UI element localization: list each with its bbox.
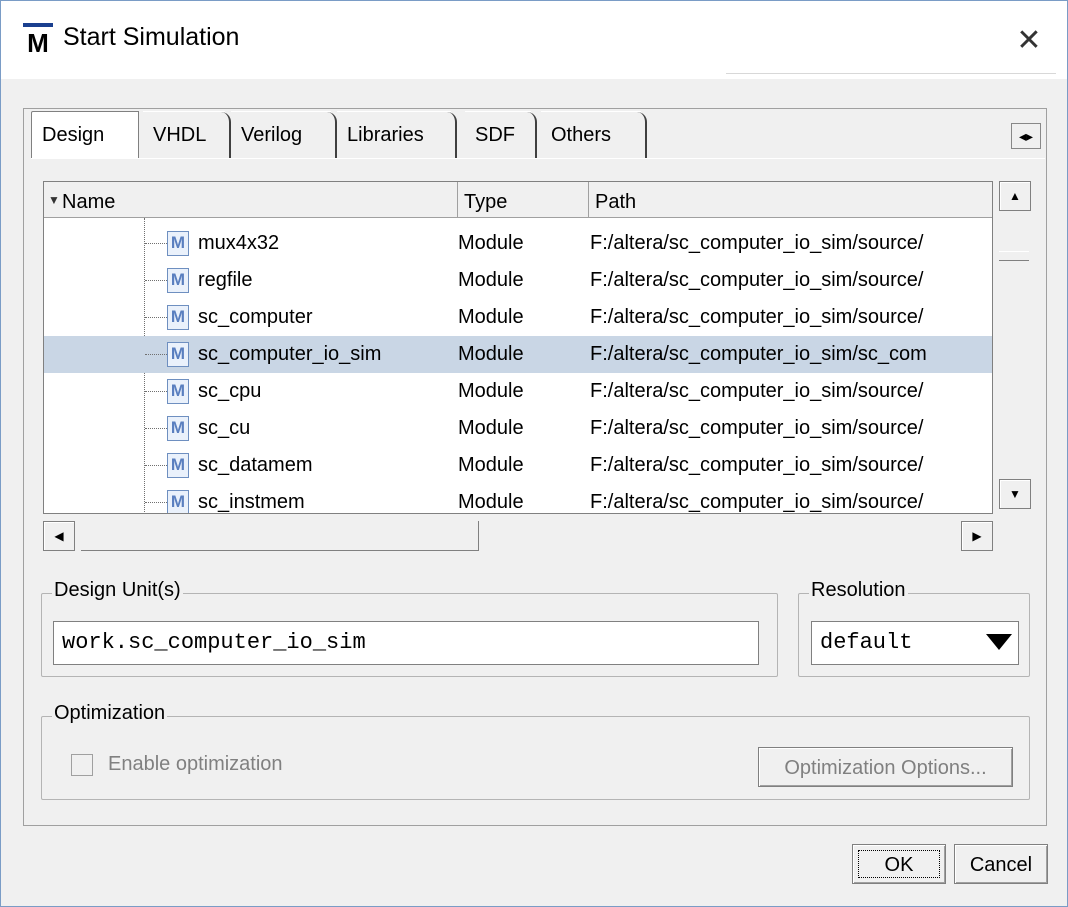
row-name: sc_cpu (198, 380, 262, 402)
list-header: ▼ Name Type Path (44, 182, 992, 218)
cancel-button[interactable]: Cancel (954, 844, 1048, 884)
tab-label: VHDL (153, 124, 207, 146)
tab-scroll-icon[interactable]: ◂▸ (1011, 123, 1041, 149)
row-name: sc_computer (198, 306, 313, 328)
module-icon: M (167, 416, 189, 441)
row-path: F:/altera/sc_computer_io_sim/source/ (590, 417, 924, 439)
tab-design[interactable]: Design (31, 111, 139, 161)
table-row[interactable]: M sc_datamem Module F:/altera/sc_compute… (44, 447, 992, 484)
tab-label: Design (42, 124, 105, 146)
enable-optimization-label: Enable optimization (108, 753, 283, 775)
resolution-select[interactable]: default (811, 621, 1019, 665)
module-icon: M (167, 379, 189, 404)
title-bar: M Start Simulation ✕ (1, 1, 1067, 79)
scroll-left-button[interactable]: ◀ (43, 521, 75, 551)
group-label: Optimization (52, 702, 168, 725)
table-row[interactable]: M mux4x32 Module F:/altera/sc_computer_i… (44, 225, 992, 262)
table-row[interactable]: M sc_instmem Module F:/altera/sc_compute… (44, 484, 992, 513)
module-icon: M (167, 268, 189, 293)
group-label: Design Unit(s) (52, 579, 183, 602)
row-path: F:/altera/sc_computer_io_sim/source/ (590, 306, 924, 328)
tab-vhdl[interactable]: VHDL (143, 111, 231, 158)
row-type: Module (458, 417, 524, 439)
column-header-type[interactable]: Type (458, 182, 589, 218)
column-header-label: Name (62, 191, 116, 213)
row-name: mux4x32 (198, 232, 280, 254)
table-row[interactable]: M regfile Module F:/altera/sc_computer_i… (44, 262, 992, 299)
tab-label: Verilog (241, 124, 303, 146)
tab-others[interactable]: Others (541, 111, 647, 158)
column-header-label: Type (464, 191, 508, 213)
tab-label: Libraries (347, 124, 424, 146)
window-title: Start Simulation (63, 23, 240, 51)
row-path: F:/altera/sc_computer_io_sim/sc_com (590, 343, 927, 365)
group-label: Resolution (809, 579, 908, 602)
tab-label: Others (551, 124, 612, 146)
scroll-thumb[interactable] (999, 251, 1029, 261)
sort-arrow-icon: ▼ (48, 193, 60, 207)
row-path: F:/altera/sc_computer_io_sim/source/ (590, 232, 924, 254)
module-icon: M (167, 305, 189, 330)
column-header-label: Path (595, 191, 637, 213)
row-path: F:/altera/sc_computer_io_sim/source/ (590, 269, 924, 291)
row-type: Module (458, 232, 524, 254)
row-path: F:/altera/sc_computer_io_sim/source/ (590, 454, 924, 476)
tab-sdf[interactable]: SDF (465, 111, 537, 158)
row-name: sc_cu (198, 417, 251, 439)
row-type: Module (458, 380, 524, 402)
dropdown-arrow-icon[interactable] (986, 634, 1012, 650)
module-icon: M (167, 490, 189, 513)
app-logo-icon: M (23, 23, 53, 55)
vertical-scrollbar[interactable]: ▲ ▼ (994, 181, 1032, 514)
scroll-up-button[interactable]: ▲ (999, 181, 1031, 211)
svg-text:M: M (27, 28, 49, 55)
resolution-value: default (820, 630, 913, 655)
focus-ring (858, 850, 940, 878)
tab-libraries[interactable]: Libraries (337, 111, 457, 158)
design-units-input[interactable]: work.sc_computer_io_sim (53, 621, 759, 665)
row-type: Module (458, 343, 524, 365)
design-list[interactable]: ▼ Name Type Path M mux4x32 Module F:/alt… (43, 181, 993, 514)
column-header-name[interactable]: ▼ Name (44, 182, 458, 218)
row-type: Module (458, 454, 524, 476)
table-row[interactable]: M sc_computer Module F:/altera/sc_comput… (44, 299, 992, 336)
horizontal-scrollbar[interactable]: ◀ ▶ (43, 519, 993, 553)
table-row[interactable]: M sc_cu Module F:/altera/sc_computer_io_… (44, 410, 992, 447)
row-name: sc_instmem (198, 491, 305, 513)
tab-label: SDF (475, 124, 515, 146)
row-type: Module (458, 491, 524, 513)
title-divider (726, 73, 1056, 74)
tab-verilog[interactable]: Verilog (231, 111, 337, 158)
scroll-right-button[interactable]: ▶ (961, 521, 993, 551)
module-icon: M (167, 342, 189, 367)
row-path: F:/altera/sc_computer_io_sim/source/ (590, 380, 924, 402)
row-name: sc_datamem (198, 454, 313, 476)
scroll-down-button[interactable]: ▼ (999, 479, 1031, 509)
enable-optimization-checkbox[interactable] (71, 754, 93, 776)
row-type: Module (458, 306, 524, 328)
table-row[interactable]: M sc_cpu Module F:/altera/sc_computer_io… (44, 373, 992, 410)
start-simulation-dialog: M Start Simulation ✕ Design VHDL Verilog… (0, 0, 1068, 907)
row-type: Module (458, 269, 524, 291)
table-row-selected[interactable]: M sc_computer_io_sim Module F:/altera/sc… (44, 336, 992, 373)
module-icon: M (167, 453, 189, 478)
module-icon: M (167, 231, 189, 256)
column-header-path[interactable]: Path (589, 182, 992, 218)
scroll-thumb[interactable] (81, 521, 479, 551)
row-name: regfile (198, 269, 253, 291)
close-icon[interactable]: ✕ (1009, 21, 1049, 61)
optimization-options-button[interactable]: Optimization Options... (758, 747, 1013, 787)
row-name: sc_computer_io_sim (198, 343, 382, 365)
row-path: F:/altera/sc_computer_io_sim/source/ (590, 491, 924, 513)
